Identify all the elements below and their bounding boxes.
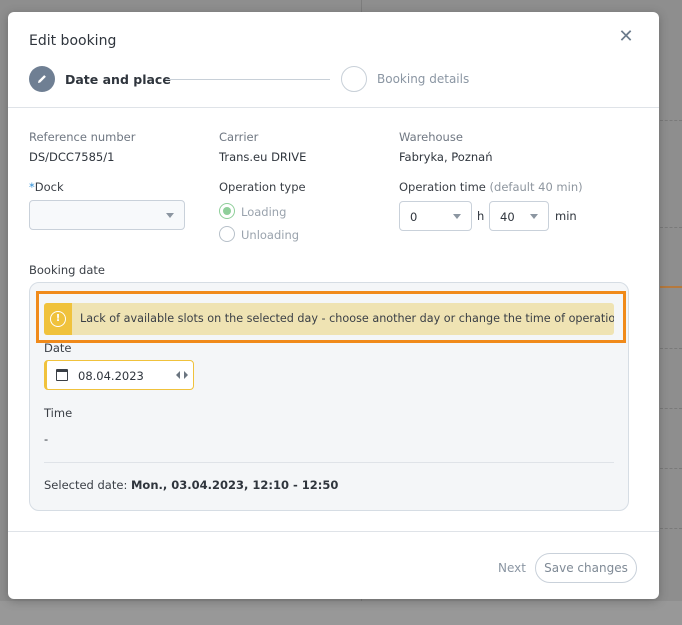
warehouse-label: Warehouse — [399, 130, 463, 144]
footer-divider — [8, 531, 659, 532]
hours-select[interactable]: 0 — [399, 201, 472, 231]
reference-number-label: Reference number — [29, 130, 136, 144]
chevron-down-icon — [530, 214, 538, 219]
background-gridline — [660, 528, 682, 529]
dock-label-text: Dock — [34, 180, 64, 194]
selected-date-summary: Selected date: Mon., 03.04.2023, 12:10 -… — [44, 478, 338, 492]
previous-day-icon[interactable] — [176, 371, 180, 379]
date-value: 08.04.2023 — [78, 369, 144, 383]
radio-loading[interactable] — [219, 203, 235, 219]
background-timeline — [660, 286, 682, 288]
radio-unloading-label: Unloading — [241, 228, 300, 242]
hours-unit: h — [477, 209, 485, 223]
chevron-down-icon — [453, 214, 461, 219]
reference-number-value: DS/DCC7585/1 — [29, 150, 115, 164]
step-label-date-and-place: Date and place — [65, 72, 171, 87]
calendar-icon — [56, 369, 68, 381]
background-gridline — [660, 408, 682, 409]
selected-date-prefix: Selected date: — [44, 478, 128, 492]
pencil-icon — [38, 75, 46, 83]
date-picker-input[interactable]: 08.04.2023 — [44, 360, 194, 390]
minutes-value: 40 — [500, 210, 515, 224]
time-label: Time — [44, 406, 73, 420]
operation-time-label: Operation time (default 40 min) — [399, 180, 583, 194]
operation-type-label: Operation type — [219, 180, 306, 194]
save-changes-button[interactable]: Save changes — [535, 553, 637, 583]
carrier-label: Carrier — [219, 130, 259, 144]
carrier-value: Trans.eu DRIVE — [219, 150, 307, 164]
hours-value: 0 — [410, 210, 418, 224]
operation-time-label-text: Operation time — [399, 180, 486, 194]
background-footer — [0, 601, 682, 625]
step-booking-details[interactable] — [341, 66, 367, 92]
modal-header: Edit booking ✕ Date and place Booking de… — [8, 12, 659, 108]
background-gridline — [660, 468, 682, 469]
radio-loading-label: Loading — [241, 205, 287, 219]
radio-unloading[interactable] — [219, 226, 235, 242]
background-gridline — [660, 227, 682, 228]
warehouse-value: Fabryka, Poznań — [399, 150, 493, 164]
minutes-select[interactable]: 40 — [489, 201, 549, 231]
background-gridline — [660, 120, 682, 121]
operation-time-hint: (default 40 min) — [489, 180, 583, 194]
edit-booking-modal: Edit booking ✕ Date and place Booking de… — [8, 12, 659, 599]
date-label: Date — [44, 341, 72, 355]
background-gridline — [660, 348, 682, 349]
chevron-down-icon — [166, 213, 174, 218]
modal-title: Edit booking — [29, 33, 117, 49]
minutes-unit: min — [555, 209, 577, 223]
step-label-booking-details: Booking details — [377, 72, 470, 86]
dock-label: *Dock — [29, 180, 64, 194]
step-date-and-place[interactable] — [29, 66, 55, 92]
dock-select[interactable] — [29, 200, 185, 230]
divider — [44, 462, 614, 463]
next-button[interactable]: Next — [498, 561, 526, 575]
time-value: - — [44, 432, 49, 446]
step-connector — [166, 79, 330, 80]
next-day-icon[interactable] — [184, 371, 188, 379]
close-icon[interactable]: ✕ — [617, 28, 635, 46]
booking-date-label: Booking date — [29, 263, 105, 277]
selected-date-value: Mon., 03.04.2023, 12:10 - 12:50 — [130, 478, 339, 492]
alert-highlight — [36, 291, 626, 343]
